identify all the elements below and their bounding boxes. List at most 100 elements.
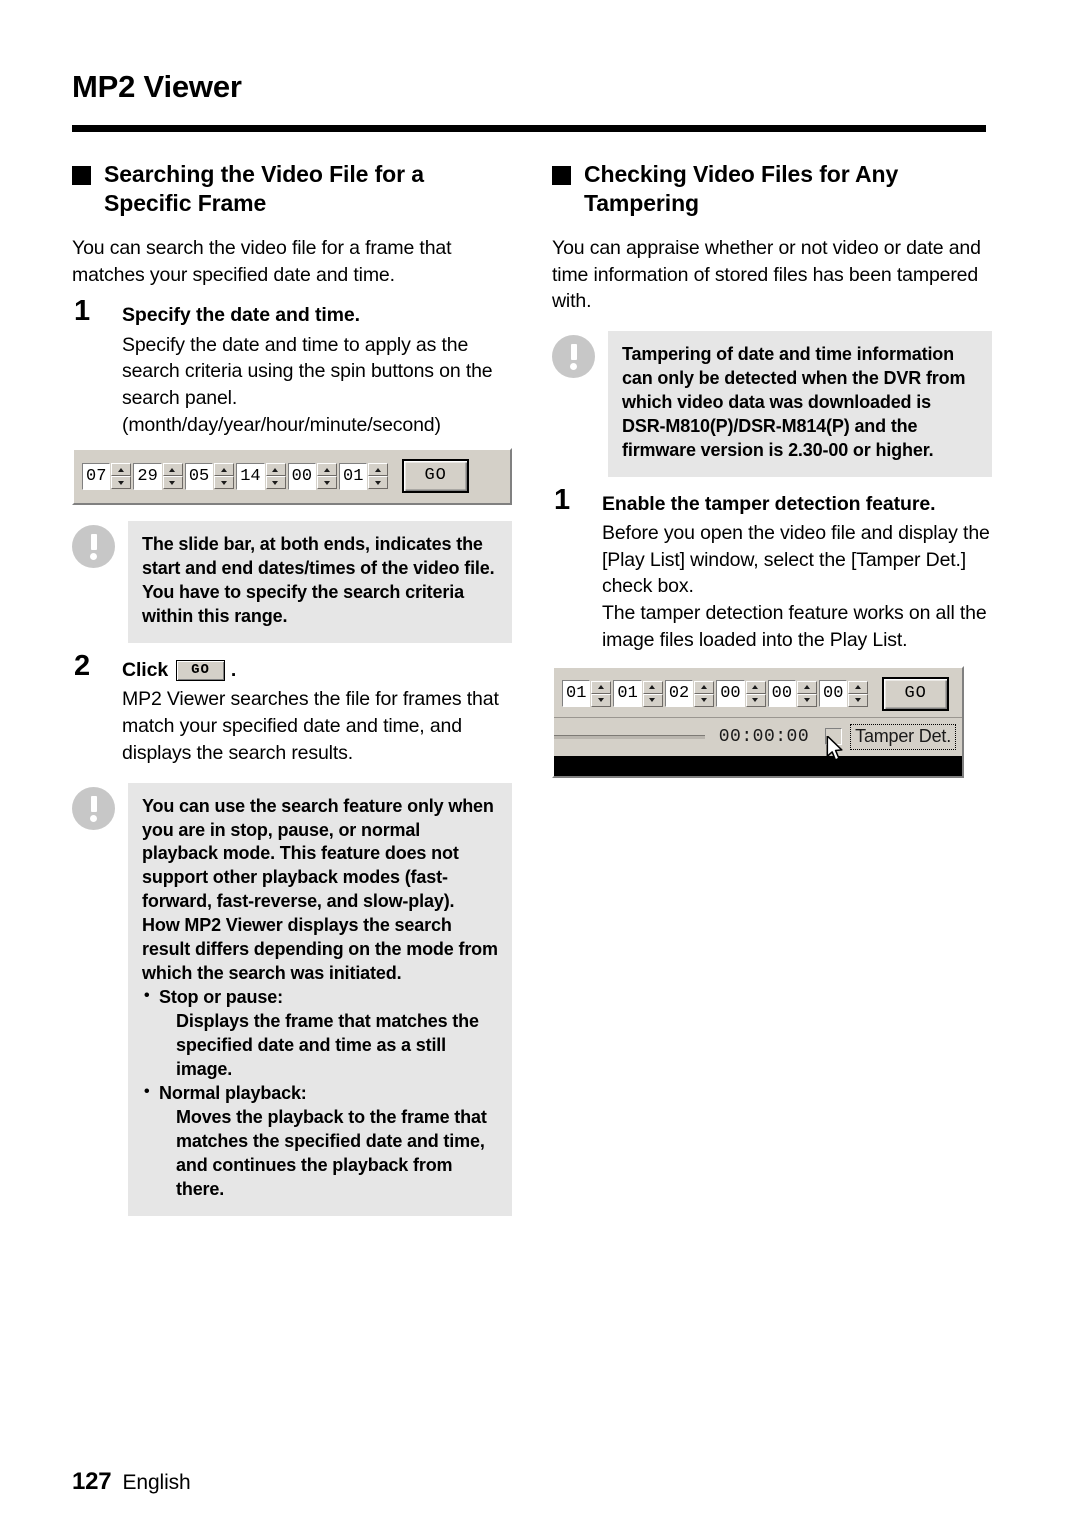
tamper-spinner-month[interactable]: 01 [562,680,612,707]
left-intro-text: You can search the video file for a fram… [72,236,452,286]
spinner-year[interactable]: 05 [184,462,235,490]
footer-page-number: 127 [72,1468,112,1495]
left-note-2-body: You can use the search feature only when… [128,782,512,1216]
tamper-spinner-year[interactable]: 02 [664,680,715,707]
square-bullet-icon [552,166,571,185]
left-section-heading: Searching the Video File for a Specific … [72,160,512,219]
spinner-day-value[interactable]: 29 [133,462,162,490]
spinner-hour[interactable]: 14 [236,462,286,490]
spinner-hour-up-icon[interactable] [265,463,286,477]
right-note-1: Tampering of date and time information c… [552,330,992,477]
tamper-go-button[interactable]: GO [882,676,949,711]
tamper-spinner-month-buttons[interactable] [591,680,612,707]
tamper-spinner-month-down-icon[interactable] [591,693,612,707]
tamper-spinner-year-buttons[interactable] [694,680,715,707]
exclamation-circle-icon [72,525,115,569]
tamper-spinner-day-up-icon[interactable] [642,680,663,694]
tamper-spinner-second-value[interactable]: 00 [819,680,848,707]
spinner-month-value[interactable]: 07 [82,462,111,490]
spinner-second-buttons[interactable] [368,463,389,490]
spinner-month-up-icon[interactable] [111,463,132,477]
tamper-spinner-day-down-icon[interactable] [642,693,663,707]
tamper-spinner-day-buttons[interactable] [642,680,663,707]
tamper-panel: 01 01 02 00 00 00 GO 00:00:00 Tamper Det… [552,665,964,778]
tamper-spinner-year-value[interactable]: 02 [664,680,694,707]
spinner-day-down-icon[interactable] [162,476,183,490]
spinner-second-down-icon[interactable] [368,476,389,490]
left-note-2-paragraph-1: You can use the search feature only when… [142,795,494,912]
tamper-spinner-hour-up-icon[interactable] [745,680,766,694]
left-note-2-bullet-2-term: Normal playback: [159,1082,307,1103]
tamper-spinner-hour-buttons[interactable] [745,680,766,707]
tamper-spinner-year-up-icon[interactable] [694,680,715,694]
left-note-2-paragraph-2: How MP2 Viewer displays the search resul… [142,915,498,984]
tamper-spinner-day[interactable]: 01 [613,680,663,707]
tamper-spinner-minute-up-icon[interactable] [797,680,818,694]
spinner-minute-buttons[interactable] [317,463,338,490]
tamper-spinner-minute-value[interactable]: 00 [767,680,797,707]
tamper-spinner-hour[interactable]: 00 [716,680,766,707]
left-step-2-title-prefix: Click [122,659,169,682]
spinner-month-down-icon[interactable] [111,476,132,490]
tamper-spinner-year-down-icon[interactable] [694,693,715,707]
spinner-second-value[interactable]: 01 [339,462,368,490]
left-note-1-body: The slide bar, at both ends, indicates t… [128,521,512,644]
tamper-spinner-second-down-icon[interactable] [848,693,869,707]
right-note-1-text: Tampering of date and time information c… [622,343,966,460]
left-step-1: 1 Specify the date and time. Specify the… [72,297,512,438]
inline-go-button[interactable]: GO [176,659,225,681]
tamper-det-checkbox[interactable] [825,728,843,761]
left-step-2-number: 2 [74,650,91,683]
spinner-year-up-icon[interactable] [214,463,235,477]
spinner-day[interactable]: 29 [133,462,183,490]
tamper-spinner-hour-value[interactable]: 00 [716,680,745,707]
footer-language: English [122,1471,191,1494]
tamper-spinner-second-up-icon[interactable] [848,680,869,694]
page-footer: 127 English [72,1468,191,1496]
list-item: Stop or pause: Displays the frame that m… [142,985,498,1082]
left-note-2-bullet-1-detail: Displays the frame that matches the spec… [176,1011,479,1079]
exclamation-circle-icon [552,334,595,378]
list-item: Normal playback: Moves the playback to t… [142,1081,498,1202]
left-section-title: Searching the Video File for a Specific … [104,161,424,217]
spinner-year-down-icon[interactable] [214,476,235,490]
left-step-2-title: Click GO . [122,657,512,683]
tamper-spinner-minute[interactable]: 00 [767,680,818,707]
spinner-second-up-icon[interactable] [368,463,389,477]
search-go-button[interactable]: GO [402,459,469,494]
right-step-1-body-2: The tamper detection feature works on al… [602,602,987,651]
tamper-spinner-second[interactable]: 00 [819,680,869,707]
playback-slider[interactable] [554,734,705,739]
left-note-2-bullet-2-detail: Moves the playback to the frame that mat… [176,1106,487,1199]
spinner-hour-value[interactable]: 14 [236,462,265,490]
tamper-det-label[interactable]: Tamper Det. [850,723,956,750]
spinner-second[interactable]: 01 [339,462,389,490]
spinner-day-buttons[interactable] [162,463,183,490]
tamper-panel-lower-bar: 00:00:00 Tamper Det. [554,716,962,761]
header-rule [72,125,986,132]
spinner-minute-value[interactable]: 00 [287,462,317,490]
spinner-year-value[interactable]: 05 [184,462,214,490]
tamper-spinner-minute-buttons[interactable] [797,680,818,707]
spinner-minute-down-icon[interactable] [317,476,338,490]
spinner-month[interactable]: 07 [82,462,132,490]
spinner-year-buttons[interactable] [214,463,235,490]
spinner-day-up-icon[interactable] [162,463,183,477]
spinner-minute-up-icon[interactable] [317,463,338,477]
right-step-1: 1 Enable the tamper detection feature. B… [552,485,992,654]
left-step-2-title-suffix: . [230,659,237,682]
tamper-panel-figure: 01 01 02 00 00 00 GO 00:00:00 Tamper Det… [552,665,964,778]
spinner-minute[interactable]: 00 [287,462,338,490]
tamper-spinner-hour-down-icon[interactable] [745,693,766,707]
spinner-hour-buttons[interactable] [265,463,286,490]
spinner-hour-down-icon[interactable] [265,476,286,490]
spinner-month-buttons[interactable] [111,463,132,490]
tamper-spinner-minute-down-icon[interactable] [797,693,818,707]
tamper-spinner-day-value[interactable]: 01 [613,680,642,707]
tamper-spinner-month-value[interactable]: 01 [562,680,591,707]
search-panel-spin-row: 07 29 05 14 00 01 GO [82,459,502,494]
tamper-spinner-second-buttons[interactable] [848,680,869,707]
tamper-spinner-month-up-icon[interactable] [591,680,612,694]
exclamation-circle-icon [72,786,115,830]
search-panel-figure: 07 29 05 14 00 01 GO [72,448,512,506]
